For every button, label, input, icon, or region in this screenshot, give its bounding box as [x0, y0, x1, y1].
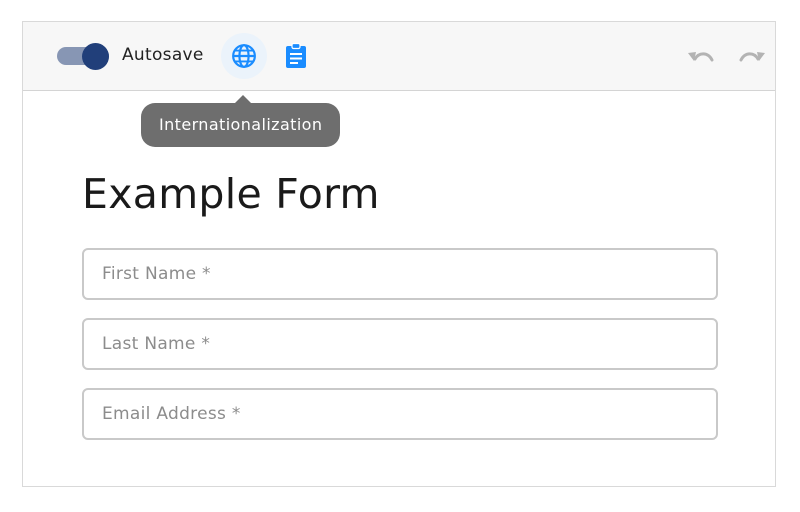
email-address-field[interactable] [82, 388, 718, 440]
redo-icon [739, 52, 765, 62]
first-name-field[interactable] [82, 248, 718, 300]
form-title: Example Form [82, 170, 380, 218]
undo-button[interactable] [677, 34, 723, 80]
autosave-toggle[interactable] [57, 43, 111, 70]
last-name-field[interactable] [82, 318, 718, 370]
clipboard-button[interactable] [273, 33, 319, 79]
redo-button[interactable] [730, 34, 776, 80]
internationalization-button[interactable] [221, 33, 267, 79]
autosave-label: Autosave [122, 45, 204, 65]
toggle-knob[interactable] [82, 43, 109, 70]
clipboard-icon [286, 43, 306, 68]
globe-icon [232, 44, 256, 68]
editor-frame: Autosave Internationalization Example Fo… [22, 21, 776, 487]
undo-icon [688, 52, 714, 62]
toolbar: Autosave [23, 22, 775, 91]
internationalization-tooltip: Internationalization [141, 103, 341, 147]
tooltip-arrow [235, 95, 251, 103]
